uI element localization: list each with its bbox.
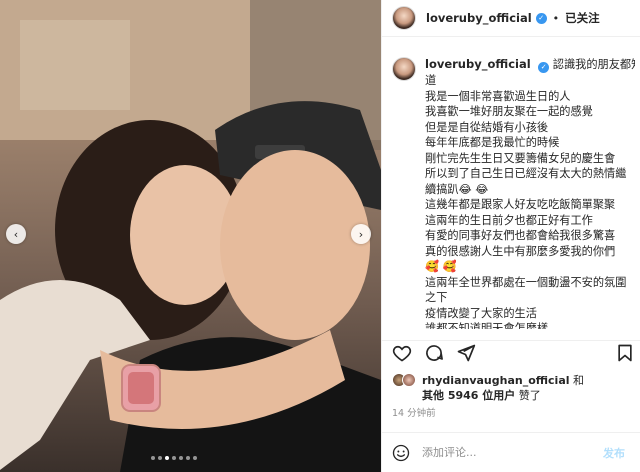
caption-line: 這幾年都是跟家人好友吃吃飯簡單聚聚	[425, 198, 616, 211]
carousel-dot	[151, 456, 155, 460]
caption-line: 我是一個非常喜歡過生日的人	[425, 89, 571, 103]
paper-plane-icon[interactable]	[456, 343, 476, 363]
carousel-next-button[interactable]: ›	[351, 224, 371, 244]
carousel-dot	[158, 456, 162, 460]
post-side-panel: loveruby_official ✓ • 已关注 loveruby_offic…	[381, 0, 640, 472]
caption-line: 我喜歡一堆好朋友聚在一起的感覺	[425, 105, 593, 118]
caption-area: loveruby_official ✓ 認識我的朋友都知 道我是一個非常喜歡過生…	[392, 57, 637, 329]
liker-avatar[interactable]	[402, 373, 416, 387]
caption-avatar[interactable]	[392, 57, 416, 81]
bookmark-icon[interactable]	[615, 343, 635, 363]
caption-line: 但是是自從結婚有小孩後	[425, 120, 549, 134]
comment-input[interactable]	[420, 445, 599, 460]
caption-line: 之下	[425, 291, 448, 304]
caption-header: loveruby_official ✓ 認識我的朋友都知	[425, 57, 635, 73]
likes-summary: rhydianvaughan_official 和 其他 5946 位用户 赞了	[392, 373, 584, 403]
caption-line: 這兩年全世界都處在一個動盪不安的氛圍	[425, 275, 627, 289]
liker-username[interactable]: rhydianvaughan_official	[422, 374, 570, 387]
carousel-prev-button[interactable]: ‹	[6, 224, 26, 244]
likes-connector: 和	[573, 374, 585, 387]
carousel-dot	[186, 456, 190, 460]
avatar[interactable]	[392, 6, 416, 30]
carousel-indicator	[151, 456, 197, 460]
post-header: loveruby_official ✓ • 已关注	[382, 0, 640, 37]
caption-line: 道	[425, 74, 437, 87]
chevron-right-icon: ›	[358, 227, 364, 241]
likes-suffix: 赞了	[518, 389, 541, 402]
caption-line: 疫情改變了大家的生活	[425, 306, 537, 320]
caption: loveruby_official ✓ 認識我的朋友都知 道我是一個非常喜歡過生…	[425, 57, 635, 329]
action-bar	[382, 340, 640, 364]
caption-line: 每年年底都是我最忙的時候	[425, 136, 560, 149]
caption-line: 這兩年的生日前夕也都正好有工作	[425, 213, 593, 227]
post-username[interactable]: loveruby_official	[426, 11, 532, 25]
caption-username[interactable]: loveruby_official	[425, 57, 531, 71]
chevron-left-icon: ‹	[13, 227, 19, 241]
verified-badge-icon: ✓	[538, 62, 550, 73]
caption-line: 真的很感謝人生中有那麼多愛我的你們	[425, 244, 616, 258]
post-comment-button[interactable]: 发布	[603, 445, 625, 461]
caption-line: 續搞趴😂 😂	[425, 182, 489, 196]
smiley-icon[interactable]	[392, 444, 410, 462]
caption-line: 誰都不知道明天會怎麼樣	[425, 322, 549, 329]
heart-icon[interactable]	[392, 343, 412, 363]
comment-bar: 发布	[382, 432, 640, 472]
follow-button[interactable]: 已关注	[565, 10, 600, 26]
verified-badge-icon: ✓	[535, 12, 547, 24]
likes-text: rhydianvaughan_official 和 其他 5946 位用户 赞了	[422, 373, 584, 403]
carousel-dot	[172, 456, 176, 460]
comment-icon[interactable]	[424, 343, 444, 363]
post-timestamp[interactable]: 14 分钟前	[392, 405, 436, 419]
carousel-dot	[193, 456, 197, 460]
caption-line: 認識我的朋友都知	[552, 58, 635, 71]
carousel-dot	[179, 456, 183, 460]
likes-count[interactable]: 其他 5946 位用户	[422, 389, 515, 402]
carousel-dot	[165, 456, 169, 460]
caption-line: 🥰 🥰	[425, 260, 457, 273]
caption-line: 所以到了自己生日已經沒有太大的熱情繼	[425, 167, 627, 180]
photo-illustration	[0, 0, 381, 472]
caption-line: 剛忙完先生生日又要籌備女兒的慶生會	[425, 151, 616, 165]
separator: •	[552, 11, 560, 25]
post-photo: ‹ ›	[0, 0, 381, 472]
caption-line: 有愛的同事好友們也都會給我很多驚喜	[425, 229, 616, 242]
